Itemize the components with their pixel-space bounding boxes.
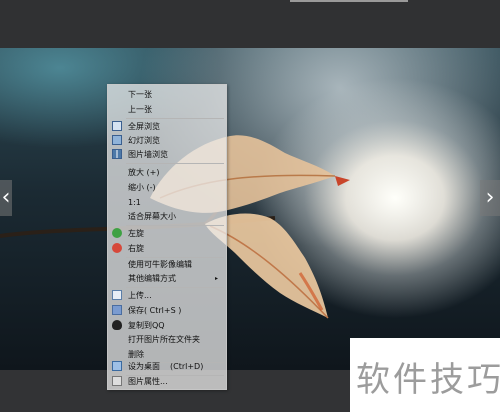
menu-item-open-folder[interactable]: 打开图片所在文件夹: [108, 332, 226, 347]
menu-item-zoom-out[interactable]: 缩小 (-): [108, 180, 226, 195]
next-image-button[interactable]: ›: [480, 180, 500, 216]
rotate-left-icon: [112, 228, 122, 238]
previous-image-button[interactable]: ‹: [0, 180, 12, 216]
menu-item-label: 缩小 (-): [128, 183, 156, 192]
menu-item-label: 图片墙浏览: [128, 150, 168, 159]
desktop-icon: [112, 361, 122, 371]
menu-item-label: 图片属性...: [128, 377, 168, 386]
menu-item-edit-with-keniu[interactable]: 使用可牛影像编辑: [108, 257, 226, 272]
qq-icon: [112, 320, 122, 330]
menu-item-other-editors[interactable]: 其他编辑方式 ▸: [108, 271, 226, 286]
menu-item-shortcut: (Ctrl+D): [170, 362, 204, 371]
submenu-arrow-icon: ▸: [215, 275, 219, 282]
menu-item-label: 1:1: [128, 198, 141, 207]
menu-item-label: 右旋: [128, 244, 144, 253]
menu-item-rotate-left[interactable]: 左旋: [108, 226, 226, 241]
context-menu: 下一张 上一张 全屏浏览 幻灯浏览 图片墙浏览 放大 (+) 缩小 (-) 1:…: [107, 84, 227, 390]
menu-item-label: 适合屏幕大小: [128, 212, 176, 221]
top-toolbar-indicator: [290, 0, 408, 2]
fullscreen-icon: [112, 121, 122, 131]
menu-item-previous-image[interactable]: 上一张: [108, 102, 226, 117]
menu-item-label: 放大 (+): [128, 168, 160, 177]
menu-item-image-properties[interactable]: 图片属性...: [108, 374, 226, 389]
save-icon: [112, 305, 122, 315]
leaf-photo: [0, 135, 350, 319]
photo-viewer-image: [0, 48, 500, 370]
upper-leaf-tip: [335, 176, 350, 186]
menu-item-fit-screen[interactable]: 适合屏幕大小: [108, 209, 226, 224]
menu-item-label: 上一张: [128, 105, 152, 114]
watermark-box: 软件技巧: [350, 338, 500, 412]
menu-item-label: 打开图片所在文件夹: [128, 335, 200, 344]
menu-item-label: 幻灯浏览: [128, 136, 160, 145]
menu-item-actual-size[interactable]: 1:1: [108, 195, 226, 210]
menu-item-label: 复制到QQ: [128, 321, 165, 330]
menu-item-save[interactable]: 保存( Ctrl+S ): [108, 303, 226, 318]
menu-item-label: 上传...: [128, 291, 152, 300]
menu-item-label: 使用可牛影像编辑: [128, 260, 192, 269]
top-toolbar: [0, 0, 500, 48]
menu-item-label: 设为桌面: [128, 362, 160, 371]
menu-item-label: 左旋: [128, 229, 144, 238]
rotate-right-icon: [112, 243, 122, 253]
menu-item-next-image[interactable]: 下一张: [108, 87, 226, 102]
picture-wall-icon: [112, 149, 122, 159]
menu-item-label: 保存( Ctrl+S ): [128, 306, 182, 315]
menu-item-picture-wall[interactable]: 图片墙浏览: [108, 147, 226, 162]
menu-item-fullscreen[interactable]: 全屏浏览: [108, 119, 226, 134]
menu-item-zoom-in[interactable]: 放大 (+): [108, 165, 226, 180]
upload-icon: [112, 290, 122, 300]
slideshow-icon: [112, 135, 122, 145]
menu-item-label: 全屏浏览: [128, 122, 160, 131]
menu-item-copy-to-qq[interactable]: 复制到QQ: [108, 318, 226, 333]
menu-separator: [126, 163, 224, 164]
menu-item-set-as-desktop[interactable]: 设为桌面 (Ctrl+D): [108, 359, 226, 374]
menu-item-label: 其他编辑方式: [128, 274, 176, 283]
menu-item-slideshow[interactable]: 幻灯浏览: [108, 133, 226, 148]
menu-item-rotate-right[interactable]: 右旋: [108, 241, 226, 256]
menu-item-upload[interactable]: 上传...: [108, 288, 226, 303]
watermark-text: 软件技巧: [356, 360, 500, 400]
properties-icon: [112, 376, 122, 386]
menu-item-label: 下一张: [128, 90, 152, 99]
